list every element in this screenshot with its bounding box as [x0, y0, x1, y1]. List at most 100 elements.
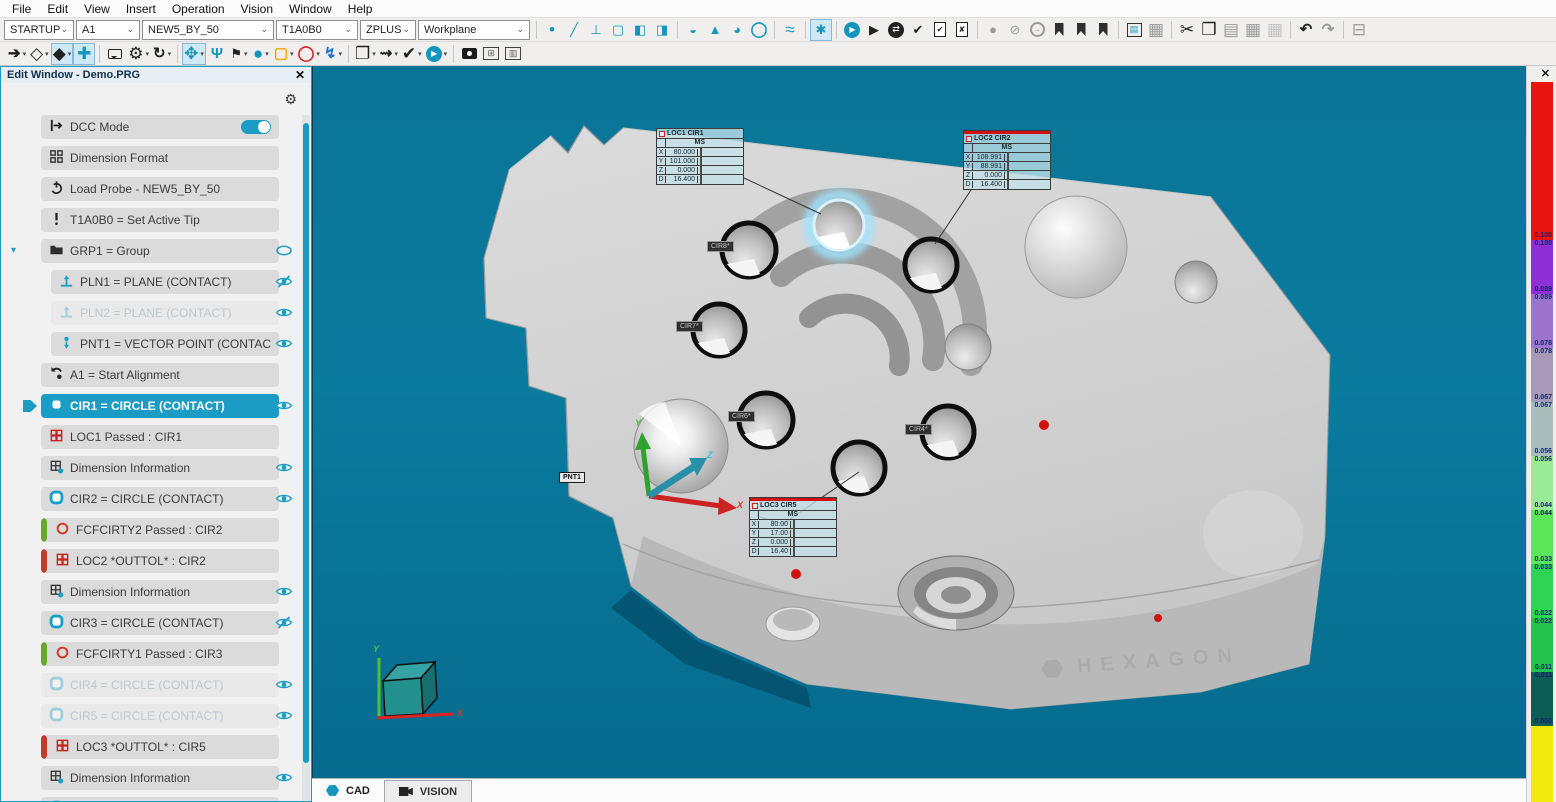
program-item-pill[interactable]: PNT1 = VECTOR POINT (CONTAC — [51, 332, 279, 356]
dim-table-loc2[interactable]: LOC2 CIR2 MS X108.991 Y88.991 Z0.000 D16… — [963, 130, 1051, 190]
sphere-tool-icon[interactable]: ●▾ — [251, 44, 271, 64]
dropdown-caret-icon[interactable]: ▾ — [316, 50, 320, 58]
combo-workplane[interactable]: Workplane⌄ — [418, 20, 530, 40]
probe-options-icon[interactable]: Ψ — [207, 44, 227, 64]
curve-feature-icon[interactable]: ≈ — [780, 20, 800, 40]
eye-icon[interactable] — [275, 337, 293, 351]
feature-tag-cir6[interactable]: CIR6* — [728, 411, 755, 422]
program-item-pill[interactable]: DCC Mode — [41, 115, 279, 139]
dropdown-caret-icon[interactable]: ▾ — [444, 50, 448, 58]
dropdown-caret-icon[interactable]: ▾ — [68, 50, 72, 58]
program-item-pill[interactable]: LOC3 *OUTTOL* : CIR5 — [41, 735, 279, 759]
probe-mode-icon[interactable]: ✥▾ — [183, 44, 205, 64]
dropdown-caret-icon[interactable]: ▾ — [339, 50, 343, 58]
program-item-pill[interactable]: A1 = Start Alignment — [41, 363, 279, 387]
close-icon[interactable]: ✕ — [295, 69, 305, 81]
approve-icon[interactable]: ✔▾ — [401, 44, 423, 64]
program-item-pill[interactable]: T1A0B0 = Set Active Tip — [41, 208, 279, 232]
goto-position-icon[interactable]: → — [1027, 20, 1047, 40]
cad-3d-scene[interactable] — [313, 66, 1526, 778]
workplane-tool-icon[interactable]: ▢▾ — [273, 44, 295, 64]
program-item-cir3-circle[interactable]: CIR3 = CIRCLE (CONTACT) — [1, 611, 301, 635]
menu-window[interactable]: Window — [281, 2, 340, 16]
line-feature-icon[interactable]: ╱ — [564, 20, 584, 40]
program-item-pill[interactable]: LOC2 *OUTTOL* : CIR2 — [41, 549, 279, 573]
program-item-pill[interactable]: CIR6 = CIRCLE (CONTACT) — [41, 797, 279, 802]
doc-check-icon[interactable]: ✔ — [930, 20, 950, 40]
cad-viewport[interactable]: CIR8* CIR7* CIR6* CIR4* PNT1 Y Z X Y X H… — [312, 66, 1526, 778]
sphere-off-disabled-icon[interactable]: ⊘ — [1005, 20, 1025, 40]
snapshot-icon[interactable] — [459, 44, 479, 64]
cut-icon[interactable]: ✂ — [1177, 20, 1197, 40]
paste-icon[interactable]: ▤ — [1221, 20, 1241, 40]
combo-workplane-axis[interactable]: ZPLUS⌄ — [360, 20, 416, 40]
program-item-a1-start-alignment[interactable]: A1 = Start Alignment — [1, 363, 301, 387]
torus-feature-icon[interactable]: ◯ — [749, 20, 769, 40]
dcc-mode-toggle[interactable] — [241, 120, 271, 134]
eye-icon[interactable] — [275, 306, 293, 320]
program-item-pill[interactable]: LOC1 Passed : CIR1 — [41, 425, 279, 449]
cone-feature-icon[interactable]: ▲ — [705, 20, 725, 40]
program-item-load-probe[interactable]: Load Probe - NEW5_BY_50 — [1, 177, 301, 201]
layer-copy-icon[interactable]: ❐▾ — [354, 44, 377, 64]
program-item-dimension-information-1[interactable]: Dimension Information — [1, 456, 301, 480]
combo-probe-file[interactable]: NEW5_BY_50⌄ — [142, 20, 274, 40]
feature-tag-cir7[interactable]: CIR7* — [676, 321, 703, 332]
program-item-pill[interactable]: CIR1 = CIRCLE (CONTACT) — [41, 394, 279, 418]
eye-icon[interactable] — [275, 461, 293, 475]
dropdown-caret-icon[interactable]: ▾ — [168, 50, 172, 58]
program-item-pill[interactable]: GRP1 = Group — [41, 239, 279, 263]
dropdown-caret-icon[interactable]: ▾ — [418, 50, 422, 58]
program-item-grp1-group[interactable]: ▾GRP1 = Group — [1, 239, 301, 263]
dropdown-caret-icon[interactable]: ▾ — [244, 50, 248, 58]
mini-execute-icon[interactable]: ▶▾ — [425, 44, 449, 64]
dropdown-caret-icon[interactable]: ▾ — [23, 50, 27, 58]
combo-alignment[interactable]: A1⌄ — [76, 20, 140, 40]
menu-help[interactable]: Help — [340, 2, 381, 16]
program-item-cir5-circle[interactable]: CIR5 = CIRCLE (CONTACT) — [1, 704, 301, 728]
program-item-pill[interactable]: FCFCIRTY2 Passed : CIR2 — [41, 518, 279, 542]
menu-vision[interactable]: Vision — [233, 2, 281, 16]
sphere-disabled-icon[interactable]: ● — [983, 20, 1003, 40]
square-slot-feature-icon[interactable]: ◧ — [630, 20, 650, 40]
panel-scrollbar-thumb[interactable] — [303, 123, 309, 763]
paste-pattern-icon[interactable]: ▦ — [1243, 20, 1263, 40]
eye-icon[interactable] — [275, 771, 293, 785]
bookmark-remove-icon[interactable] — [1093, 20, 1113, 40]
program-settings-icon[interactable]: ⚙▾ — [127, 44, 150, 64]
tab-vision[interactable]: VISION — [384, 780, 472, 802]
program-item-pill[interactable]: CIR3 = CIRCLE (CONTACT) — [41, 611, 279, 635]
program-item-dimension-information-3[interactable]: Dimension Information — [1, 766, 301, 790]
dropdown-caret-icon[interactable]: ▾ — [146, 50, 150, 58]
menu-view[interactable]: View — [76, 2, 118, 16]
feature-tag-cir4[interactable]: CIR4* — [905, 424, 932, 435]
program-item-fcfcirty1-dimension[interactable]: FCFCIRTY1 Passed : CIR3 — [1, 642, 301, 666]
program-item-pill[interactable]: FCFCIRTY1 Passed : CIR3 — [41, 642, 279, 666]
sphere-feature-icon[interactable]: ◕ — [727, 20, 747, 40]
point-feature-icon[interactable]: • — [542, 20, 562, 40]
bookmark-pin-icon[interactable] — [1071, 20, 1091, 40]
close-icon[interactable]: ✕ — [1541, 67, 1550, 80]
dim-table-loc3[interactable]: LOC3 CIR5 MS X80.00 Y17.00 Z0.000 D16.40 — [749, 497, 837, 557]
eye-icon[interactable] — [275, 399, 293, 413]
comment-icon[interactable] — [105, 44, 125, 64]
program-item-pill[interactable]: PLN2 = PLANE (CONTACT) — [51, 301, 279, 325]
eye-slash-icon[interactable] — [275, 275, 293, 289]
undo-icon[interactable]: ↶ — [1296, 20, 1316, 40]
mark-done-icon[interactable]: ✔ — [908, 20, 928, 40]
program-item-fcfcirty2-dimension[interactable]: FCFCIRTY2 Passed : CIR2 — [1, 518, 301, 542]
program-item-cir6-circle[interactable]: CIR6 = CIRCLE (CONTACT) — [1, 797, 301, 802]
notch-feature-icon[interactable]: ◨ — [652, 20, 672, 40]
program-item-pill[interactable]: Dimension Information — [41, 766, 279, 790]
program-item-pill[interactable]: Dimension Information — [41, 580, 279, 604]
tab-cad[interactable]: CAD — [312, 779, 384, 802]
menu-file[interactable]: File — [4, 2, 39, 16]
program-item-cir2-circle[interactable]: CIR2 = CIRCLE (CONTACT) — [1, 487, 301, 511]
orientation-cube[interactable] — [383, 662, 437, 716]
dropdown-caret-icon[interactable]: ▾ — [372, 50, 376, 58]
dropdown-caret-icon[interactable]: ▾ — [45, 50, 49, 58]
execute-from-cursor-icon[interactable]: ▶ — [864, 20, 884, 40]
dropdown-caret-icon[interactable]: ▾ — [265, 50, 269, 58]
execute-loop-icon[interactable]: ⇄ — [886, 20, 906, 40]
copy-icon[interactable]: ❐ — [1199, 20, 1219, 40]
